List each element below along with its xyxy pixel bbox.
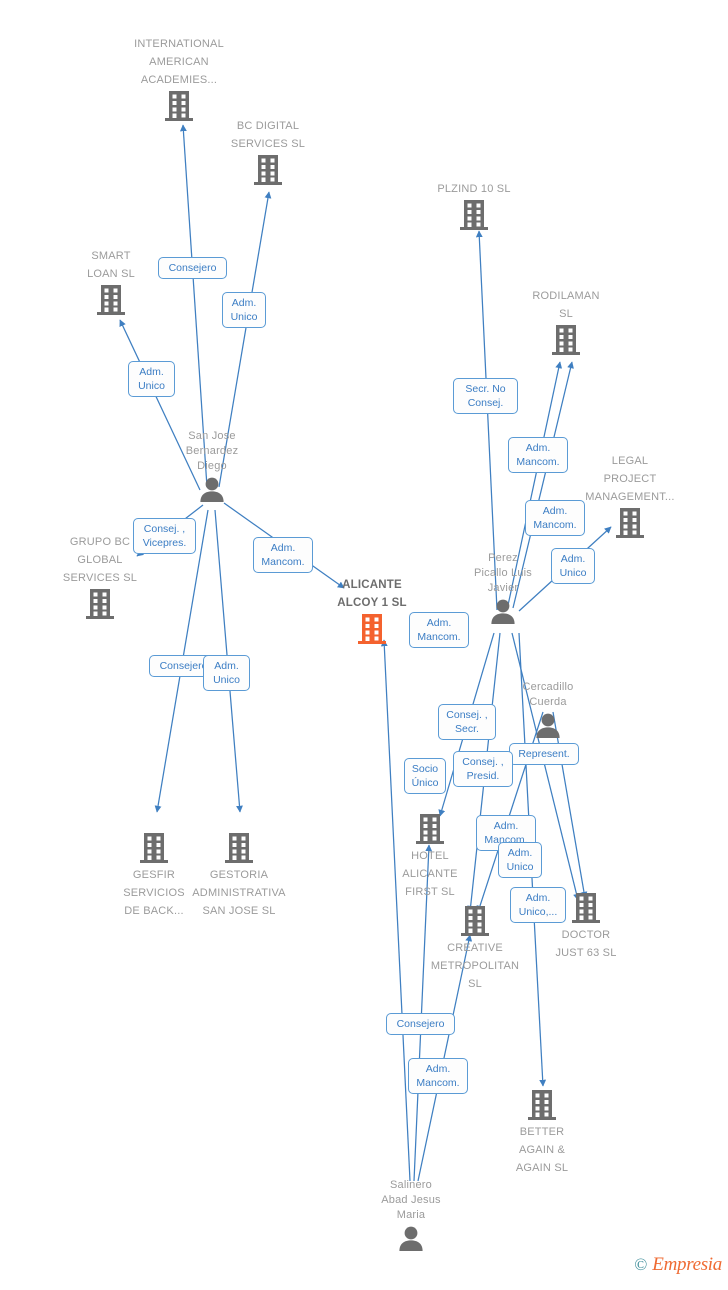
node-label: CREATIVE METROPOLITAN SL xyxy=(430,942,520,990)
node-label: HOTEL ALICANTE FIRST SL xyxy=(402,850,458,898)
relation-chip-consejero-hotel[interactable]: Consejero xyxy=(386,1013,455,1035)
building-icon xyxy=(193,153,343,187)
relation-chip-adm-mancom-rodilaman-a[interactable]: Adm. Mancom. xyxy=(508,437,568,473)
relation-chip-represent-creative[interactable]: Represent. xyxy=(509,743,579,765)
node-label: BETTER AGAIN & AGAIN SL xyxy=(515,1126,569,1174)
relation-chip-adm-mancom-alicante[interactable]: Adm. Mancom. xyxy=(253,537,313,573)
node-company-better-again-and-again[interactable]: BETTER AGAIN & AGAIN SL xyxy=(467,1087,617,1176)
relation-chip-consej-presid-creative[interactable]: Consej. , Presid. xyxy=(453,751,513,787)
relation-chip-socio-unico-alicante[interactable]: Socio Único xyxy=(404,758,446,794)
relation-chip-consejero-international[interactable]: Consejero xyxy=(158,257,227,279)
node-label: LEGAL PROJECT MANAGEMENT... xyxy=(585,455,675,503)
relation-chip-adm-mancom-creative[interactable]: Adm. Mancom. xyxy=(408,1058,468,1094)
node-company-rodilaman[interactable]: RODILAMAN SL xyxy=(491,286,641,357)
watermark: © Empresia xyxy=(634,1254,722,1276)
node-label: RODILAMAN SL xyxy=(532,290,600,320)
relation-chip-adm-unico-multiple[interactable]: Adm. Unico,... xyxy=(510,887,566,923)
person-icon xyxy=(489,598,517,624)
node-person-salinero-abad-jesus-maria[interactable]: Salinero Abad Jesus Maria xyxy=(336,1178,486,1251)
copyright-symbol: © xyxy=(634,1255,648,1274)
relation-chip-secr-no-consej-plzind[interactable]: Secr. No Consej. xyxy=(453,378,518,414)
node-label: INTERNATIONAL AMERICAN ACADEMIES... xyxy=(134,38,224,86)
brand-name: Empresia xyxy=(652,1254,722,1275)
building-icon xyxy=(36,283,186,317)
node-company-international-american-academies[interactable]: INTERNATIONAL AMERICAN ACADEMIES... xyxy=(104,34,254,123)
building-icon xyxy=(164,831,314,865)
edge-cercadillo-doctorjust xyxy=(552,711,588,899)
node-company-gestoria-administrativa-san-jose[interactable]: GESTORIA ADMINISTRATIVA SAN JOSE SL xyxy=(164,830,314,919)
relation-chip-adm-unico-legalproject[interactable]: Adm. Unico xyxy=(551,548,595,584)
relation-chip-consej-vicepres-grupobc[interactable]: Consej. , Vicepres. xyxy=(133,518,196,554)
node-label: Salinero Abad Jesus Maria xyxy=(381,1179,441,1221)
person-icon xyxy=(534,712,562,738)
relation-chip-adm-unico-smartloan[interactable]: Adm. Unico xyxy=(128,361,175,397)
person-icon xyxy=(198,476,226,502)
node-company-bc-digital-services[interactable]: BC DIGITAL SERVICES SL xyxy=(193,116,343,187)
relation-chip-adm-unico-gestoria[interactable]: Adm. Unico xyxy=(203,655,250,691)
node-label: Cercadillo Cuerda xyxy=(522,681,574,708)
relation-chip-adm-unico-bcdigital[interactable]: Adm. Unico xyxy=(222,292,266,328)
relationship-diagram-canvas: INTERNATIONAL AMERICAN ACADEMIES... BC D… xyxy=(0,0,728,1290)
building-icon xyxy=(399,198,549,232)
node-label: BC DIGITAL SERVICES SL xyxy=(230,120,306,150)
node-label: GRUPO BC GLOBAL SERVICES SL xyxy=(62,536,138,584)
building-icon xyxy=(467,1088,617,1122)
node-label: San Jose Bernardez Diego xyxy=(185,430,239,472)
node-label: GESTORIA ADMINISTRATIVA SAN JOSE SL xyxy=(192,869,286,917)
relation-chip-adm-mancom-rodilaman-b[interactable]: Adm. Mancom. xyxy=(525,500,585,536)
relation-chip-adm-mancom-alicante-perez[interactable]: Adm. Mancom. xyxy=(409,612,469,648)
building-icon xyxy=(491,323,641,357)
node-label: SMART LOAN SL xyxy=(87,250,135,280)
relation-chip-adm-unico-betteragain[interactable]: Adm. Unico xyxy=(498,842,542,878)
node-company-plzind-10[interactable]: PLZIND 10 SL xyxy=(399,179,549,232)
node-label: PLZIND 10 SL xyxy=(437,183,511,195)
node-person-san-jose-bernardez-diego[interactable]: San Jose Bernardez Diego xyxy=(137,429,287,502)
building-icon xyxy=(25,587,175,621)
relation-chip-consej-secr-hotel[interactable]: Consej. , Secr. xyxy=(438,704,496,740)
node-label: DOCTOR JUST 63 SL xyxy=(555,929,617,959)
node-label: ALICANTE ALCOY 1 SL xyxy=(337,579,407,609)
person-icon xyxy=(397,1225,425,1251)
